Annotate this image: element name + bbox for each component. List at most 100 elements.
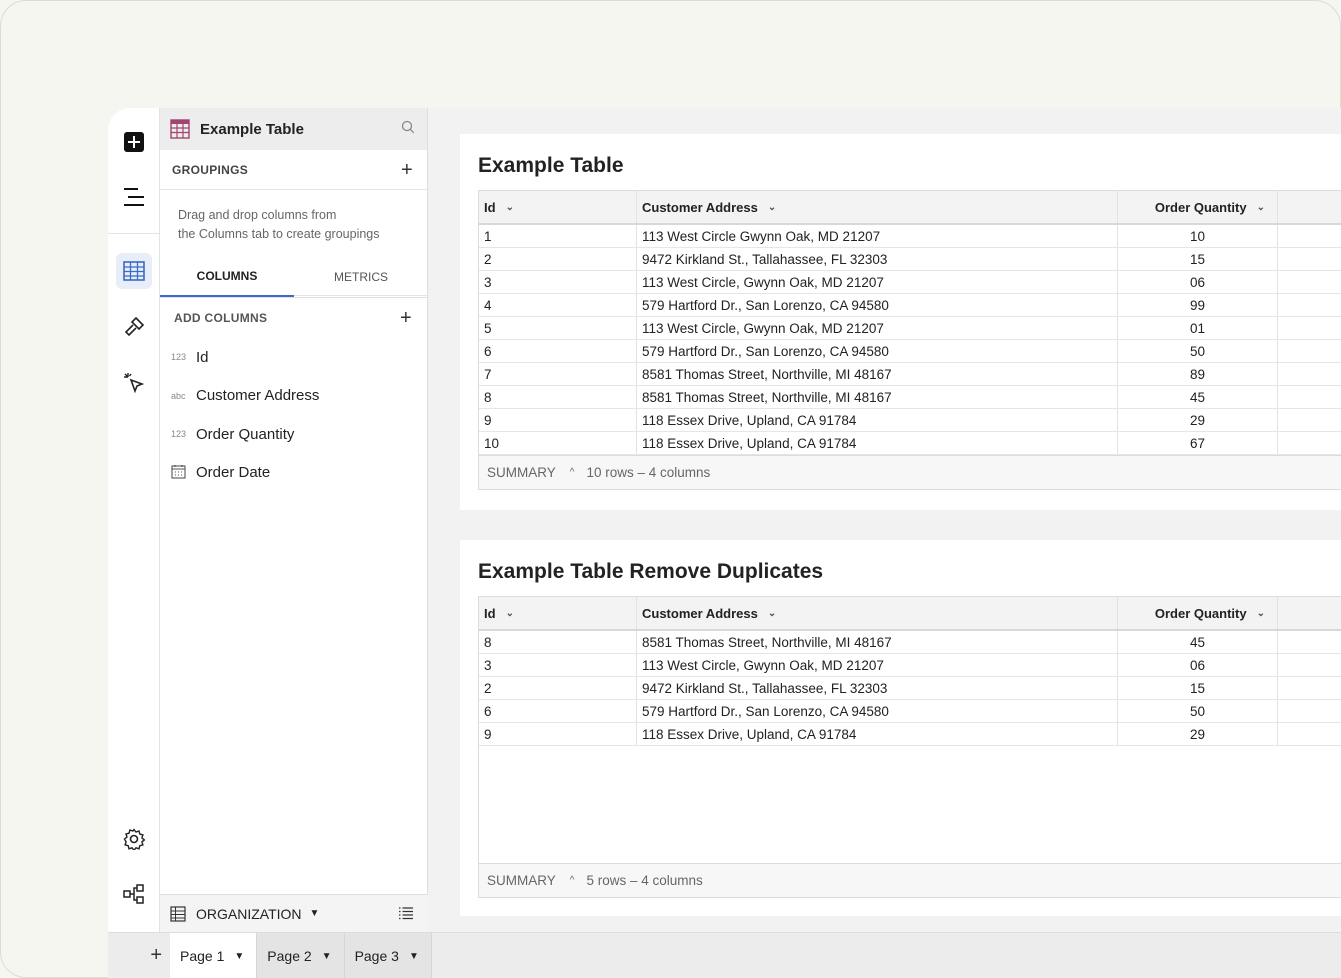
table-card-1[interactable]: Example Table Id ⌄ Customer Address ⌄ Orde… bbox=[460, 134, 1341, 510]
cell-customer-address[interactable]: 8581 Thomas Street, Northville, MI 48167 bbox=[637, 631, 1118, 653]
cell-order-quantity[interactable]: 15 bbox=[1118, 677, 1278, 699]
caret-down-icon[interactable]: ▼ bbox=[234, 951, 244, 962]
header-order-quantity[interactable]: Order Quantity ⌄ bbox=[1118, 597, 1278, 629]
cell-order-quantity[interactable]: 29 bbox=[1118, 409, 1278, 431]
add-column-button[interactable]: + bbox=[400, 308, 412, 328]
chevron-up-icon[interactable]: ^ bbox=[570, 467, 575, 478]
cell-order-quantity[interactable]: 50 bbox=[1118, 700, 1278, 722]
cell-customer-address[interactable]: 9472 Kirkland St., Tallahassee, FL 32303 bbox=[637, 677, 1118, 699]
header-id[interactable]: Id ⌄ bbox=[479, 191, 637, 223]
add-page-button[interactable]: + bbox=[108, 933, 170, 978]
cell-id[interactable]: 8 bbox=[479, 631, 637, 653]
cell-order-quantity[interactable]: 50 bbox=[1118, 340, 1278, 362]
cell-order-date[interactable]: 2013 bbox=[1278, 317, 1341, 339]
header-id[interactable]: Id ⌄ bbox=[479, 597, 637, 629]
summary-label[interactable]: SUMMARY bbox=[487, 465, 556, 480]
header-order-date[interactable] bbox=[1278, 597, 1341, 629]
search-icon[interactable] bbox=[401, 120, 415, 139]
caret-down-icon[interactable]: ▼ bbox=[322, 951, 332, 962]
chevron-down-icon[interactable]: ⌄ bbox=[768, 608, 776, 619]
table-row[interactable]: 5113 West Circle, Gwynn Oak, MD 21207012… bbox=[479, 317, 1341, 340]
settings-gear-icon[interactable] bbox=[118, 823, 150, 855]
lineage-icon[interactable] bbox=[118, 878, 150, 910]
header-customer-address[interactable]: Customer Address ⌄ bbox=[637, 597, 1118, 629]
cell-id[interactable]: 7 bbox=[479, 363, 637, 385]
table-row[interactable]: 9118 Essex Drive, Upland, CA 91784292013 bbox=[479, 723, 1341, 746]
table-row[interactable]: 2 9472 Kirkland St., Tallahassee, FL 3230… bbox=[479, 248, 1341, 271]
header-order-quantity[interactable]: Order Quantity ⌄ bbox=[1118, 191, 1278, 223]
cell-id[interactable]: 6 bbox=[479, 340, 637, 362]
cell-order-quantity[interactable]: 15 bbox=[1118, 248, 1278, 270]
table-row[interactable]: 3113 West Circle, Gwynn Oak, MD 21207062… bbox=[479, 271, 1341, 294]
cell-id[interactable]: 1 bbox=[479, 225, 637, 247]
cell-order-quantity[interactable]: 99 bbox=[1118, 294, 1278, 316]
outline-icon[interactable] bbox=[118, 181, 150, 213]
table-row[interactable]: 4 579 Hartford Dr., San Lorenzo, CA 94580… bbox=[479, 294, 1341, 317]
tab-metrics[interactable]: METRICS bbox=[294, 256, 428, 297]
add-element-icon[interactable] bbox=[118, 126, 150, 158]
cell-order-date[interactable]: 2013 bbox=[1278, 248, 1341, 270]
cell-order-quantity[interactable]: 45 bbox=[1118, 386, 1278, 408]
cell-order-quantity[interactable]: 06 bbox=[1118, 271, 1278, 293]
chevron-down-icon[interactable]: ⌄ bbox=[768, 202, 776, 213]
cell-order-quantity[interactable]: 45 bbox=[1118, 631, 1278, 653]
cell-customer-address[interactable]: 9472 Kirkland St., Tallahassee, FL 32303 bbox=[637, 248, 1118, 270]
table-row[interactable]: 1113 West Circle Gwynn Oak, MD 212071020… bbox=[479, 225, 1341, 248]
cell-customer-address[interactable]: 113 West Circle, Gwynn Oak, MD 21207 bbox=[637, 271, 1118, 293]
cell-id[interactable]: 2 bbox=[479, 677, 637, 699]
cell-customer-address[interactable]: 113 West Circle, Gwynn Oak, MD 21207 bbox=[637, 654, 1118, 676]
cell-order-date[interactable]: 2013 bbox=[1278, 700, 1341, 722]
cell-id[interactable]: 10 bbox=[479, 432, 637, 454]
table-row[interactable]: 10118 Essex Drive, Upland, CA 9178467201… bbox=[479, 432, 1341, 455]
cell-customer-address[interactable]: 579 Hartford Dr., San Lorenzo, CA 94580 bbox=[637, 700, 1118, 722]
list-view-icon[interactable] bbox=[398, 906, 414, 925]
chevron-down-icon[interactable]: ⌄ bbox=[1257, 608, 1265, 619]
cell-id[interactable]: 4 bbox=[479, 294, 637, 316]
data-table-icon[interactable] bbox=[116, 253, 152, 289]
table-row[interactable]: 9118 Essex Drive, Upland, CA 91784292013 bbox=[479, 409, 1341, 432]
cell-order-date[interactable]: 2013 bbox=[1278, 677, 1341, 699]
page-tab-1[interactable]: Page 1 ▼ bbox=[170, 933, 258, 978]
caret-down-icon[interactable]: ▼ bbox=[310, 908, 320, 919]
column-item-order-quantity[interactable]: 123 Order Quantity bbox=[160, 415, 428, 454]
header-customer-address[interactable]: Customer Address ⌄ bbox=[637, 191, 1118, 223]
format-brush-icon[interactable] bbox=[118, 311, 150, 343]
cell-order-quantity[interactable]: 01 bbox=[1118, 317, 1278, 339]
actions-cursor-icon[interactable] bbox=[118, 367, 150, 399]
cell-customer-address[interactable]: 113 West Circle Gwynn Oak, MD 21207 bbox=[637, 225, 1118, 247]
cell-id[interactable]: 3 bbox=[479, 654, 637, 676]
table-row[interactable]: 2 9472 Kirkland St., Tallahassee, FL 3230… bbox=[479, 677, 1341, 700]
summary-label[interactable]: SUMMARY bbox=[487, 873, 556, 888]
cell-id[interactable]: 8 bbox=[479, 386, 637, 408]
page-tab-3[interactable]: Page 3 ▼ bbox=[344, 933, 432, 978]
cell-order-quantity[interactable]: 10 bbox=[1118, 225, 1278, 247]
cell-customer-address[interactable]: 113 West Circle, Gwynn Oak, MD 21207 bbox=[637, 317, 1118, 339]
column-item-order-date[interactable]: Order Date bbox=[160, 454, 428, 493]
cell-order-date[interactable]: 2013 bbox=[1278, 432, 1341, 454]
cell-id[interactable]: 3 bbox=[479, 271, 637, 293]
organization-label[interactable]: ORGANIZATION bbox=[196, 906, 302, 922]
table-row[interactable]: 6 579 Hartford Dr., San Lorenzo, CA 94580… bbox=[479, 700, 1341, 723]
cell-order-date[interactable]: 2013 bbox=[1278, 654, 1341, 676]
cell-id[interactable]: 9 bbox=[479, 409, 637, 431]
cell-customer-address[interactable]: 579 Hartford Dr., San Lorenzo, CA 94580 bbox=[637, 294, 1118, 316]
cell-order-quantity[interactable]: 29 bbox=[1118, 723, 1278, 745]
cell-order-quantity[interactable]: 67 bbox=[1118, 432, 1278, 454]
cell-id[interactable]: 2 bbox=[479, 248, 637, 270]
cell-order-date[interactable]: 2013 bbox=[1278, 409, 1341, 431]
cell-order-date[interactable]: 2013 bbox=[1278, 386, 1341, 408]
cell-order-date[interactable]: 2013 bbox=[1278, 225, 1341, 247]
chevron-down-icon[interactable]: ⌄ bbox=[1257, 202, 1265, 213]
tab-columns[interactable]: COLUMNS bbox=[160, 256, 294, 297]
table-row[interactable]: 8 8581 Thomas Street, Northville, MI 4816… bbox=[479, 631, 1341, 654]
cell-id[interactable]: 5 bbox=[479, 317, 637, 339]
table-card-2[interactable]: Example Table Remove Duplicates Id ⌄ Cust… bbox=[460, 540, 1341, 916]
chevron-down-icon[interactable]: ⌄ bbox=[506, 608, 514, 619]
cell-customer-address[interactable]: 118 Essex Drive, Upland, CA 91784 bbox=[637, 723, 1118, 745]
cell-customer-address[interactable]: 579 Hartford Dr., San Lorenzo, CA 94580 bbox=[637, 340, 1118, 362]
cell-order-date[interactable]: 2013 bbox=[1278, 723, 1341, 745]
cell-customer-address[interactable]: 8581 Thomas Street, Northville, MI 48167 bbox=[637, 386, 1118, 408]
cell-customer-address[interactable]: 8581 Thomas Street, Northville, MI 48167 bbox=[637, 363, 1118, 385]
chevron-down-icon[interactable]: ⌄ bbox=[506, 202, 514, 213]
add-grouping-button[interactable]: + bbox=[401, 160, 413, 180]
